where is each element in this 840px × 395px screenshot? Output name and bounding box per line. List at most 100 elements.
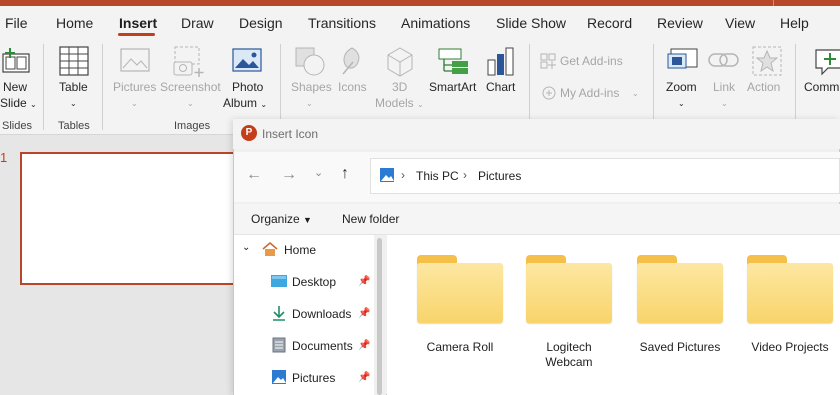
pin-icon: 📌	[358, 372, 371, 383]
photo-album-label-1: Photo	[232, 80, 264, 94]
nav-item-desktop[interactable]: Desktop 📌	[240, 273, 370, 291]
chevron-down-icon: ⌄	[30, 100, 37, 109]
table-button[interactable]: Table ⌄	[52, 44, 96, 120]
folder-name: Camera Roll	[426, 340, 494, 354]
tab-help[interactable]: Help	[780, 15, 809, 31]
dialog-title: Insert Icon	[262, 127, 319, 141]
tab-file[interactable]: File	[5, 15, 28, 31]
dialog-command-bar	[234, 204, 840, 235]
comment-label: Comm	[804, 80, 840, 94]
pictures-button[interactable]: Pictures ⌄	[110, 44, 160, 120]
nav-item-label: Downloads	[292, 307, 352, 321]
chevron-down-icon: ⌄	[417, 100, 424, 109]
3d-models-label-2: Models	[375, 96, 414, 110]
tab-record[interactable]: Record	[587, 15, 632, 31]
photo-album-button[interactable]: Photo Album ⌄	[222, 44, 272, 120]
new-folder-button[interactable]: New folder	[342, 212, 399, 226]
new-slide-button[interactable]: New Slide ⌄	[0, 44, 40, 120]
ribbon-separator	[280, 44, 281, 130]
nav-item-documents[interactable]: Documents 📌	[240, 337, 370, 355]
my-addins-button[interactable]: My Add-ins ⌄	[538, 84, 644, 102]
nav-item-downloads[interactable]: Downloads 📌	[240, 305, 370, 323]
group-slides-label: Slides	[2, 120, 32, 132]
caret-down-icon: ▼	[303, 215, 312, 225]
smartart-icon	[438, 48, 468, 74]
star-icon	[752, 46, 782, 76]
breadcrumb-separator-icon: ›	[463, 168, 467, 182]
ribbon-separator	[529, 44, 530, 130]
tab-slide-show[interactable]: Slide Show	[496, 15, 566, 31]
comment-icon	[815, 49, 840, 76]
pin-icon: 📌	[358, 340, 371, 351]
slide-thumbnail[interactable]	[20, 152, 238, 285]
chevron-down-icon: ⌄	[721, 99, 728, 108]
recent-locations-chevron-icon[interactable]: ⌄	[314, 166, 323, 179]
tab-draw[interactable]: Draw	[181, 15, 214, 31]
breadcrumb-pictures[interactable]: Pictures	[478, 169, 521, 183]
tab-transitions[interactable]: Transitions	[308, 15, 376, 31]
smartart-button[interactable]: SmartArt	[428, 44, 480, 120]
up-arrow-icon[interactable]: ↑	[341, 165, 349, 183]
nav-item-label: Pictures	[292, 371, 336, 385]
navigation-scrollbar-thumb[interactable]	[377, 238, 382, 395]
shapes-label: Shapes	[291, 80, 332, 94]
ribbon-separator	[43, 44, 44, 130]
comment-button[interactable]: Comm	[802, 44, 840, 120]
tab-animations[interactable]: Animations	[401, 15, 470, 31]
3d-cube-icon	[387, 47, 413, 77]
zoom-button[interactable]: Zoom ⌄	[662, 44, 702, 120]
chart-label: Chart	[486, 80, 516, 94]
folder-name: Saved Pictures	[639, 340, 721, 354]
breadcrumb-separator-icon: ›	[401, 168, 405, 182]
link-button[interactable]: Link ⌄	[706, 44, 742, 120]
addins-grid-icon	[540, 53, 556, 69]
nav-item-pictures[interactable]: Pictures 📌	[240, 369, 370, 387]
get-addins-button[interactable]: Get Add-ins	[538, 52, 634, 70]
zoom-label: Zoom	[666, 80, 697, 94]
folder-camera-roll[interactable]: Camera Roll	[410, 250, 510, 370]
folder-video-projects[interactable]: Video Projects	[740, 250, 840, 370]
action-button[interactable]: Action	[744, 44, 788, 120]
icons-label: Icons	[338, 80, 367, 94]
expand-chevron-icon[interactable]: ⌄	[242, 242, 250, 253]
chevron-down-icon: ⌄	[260, 100, 268, 109]
folder-logitech-webcam[interactable]: Logitech Webcam	[519, 250, 619, 370]
screenshot-button[interactable]: Screenshot ⌄	[160, 44, 222, 120]
table-label: Table	[59, 80, 88, 94]
chevron-down-icon: ⌄	[678, 99, 685, 108]
dialog-title-bar[interactable]	[233, 119, 840, 149]
nav-item-home[interactable]: ⌄ Home	[240, 241, 370, 259]
back-arrow-icon[interactable]: ←	[246, 166, 262, 184]
download-arrow-icon	[273, 306, 285, 321]
3d-models-button[interactable]: 3D Models ⌄	[372, 44, 428, 120]
screenshot-label: Screenshot	[160, 80, 221, 94]
ribbon-separator	[653, 44, 654, 130]
folder-icon	[417, 255, 503, 323]
powerpoint-logo-icon: P	[241, 125, 257, 141]
slide-number: 1	[0, 150, 8, 165]
breadcrumb-this-pc[interactable]: This PC	[416, 169, 459, 183]
pictures-location-icon	[380, 168, 394, 182]
desktop-icon	[271, 275, 287, 287]
forward-arrow-icon[interactable]: →	[281, 166, 297, 184]
folder-saved-pictures[interactable]: Saved Pictures	[630, 250, 730, 370]
chart-button[interactable]: Chart	[482, 44, 520, 120]
pin-icon: 📌	[358, 276, 371, 287]
organize-button[interactable]: Organize ▼	[251, 212, 312, 226]
chevron-down-icon: ⌄	[131, 99, 138, 108]
pin-icon: 📌	[358, 308, 371, 319]
folder-icon	[526, 255, 612, 323]
group-tables-label: Tables	[58, 120, 90, 132]
shapes-icon	[295, 47, 325, 76]
tab-insert[interactable]: Insert	[119, 15, 157, 31]
folder-name: Video Projects	[751, 340, 829, 354]
folder-icon	[637, 255, 723, 323]
tab-review[interactable]: Review	[657, 15, 703, 31]
tab-view[interactable]: View	[725, 15, 755, 31]
folder-icon	[747, 255, 833, 323]
nav-item-label: Desktop	[292, 275, 337, 289]
icons-button[interactable]: Icons	[334, 44, 370, 120]
tab-design[interactable]: Design	[239, 15, 283, 31]
shapes-button[interactable]: Shapes ⌄	[288, 44, 332, 120]
tab-home[interactable]: Home	[56, 15, 93, 31]
